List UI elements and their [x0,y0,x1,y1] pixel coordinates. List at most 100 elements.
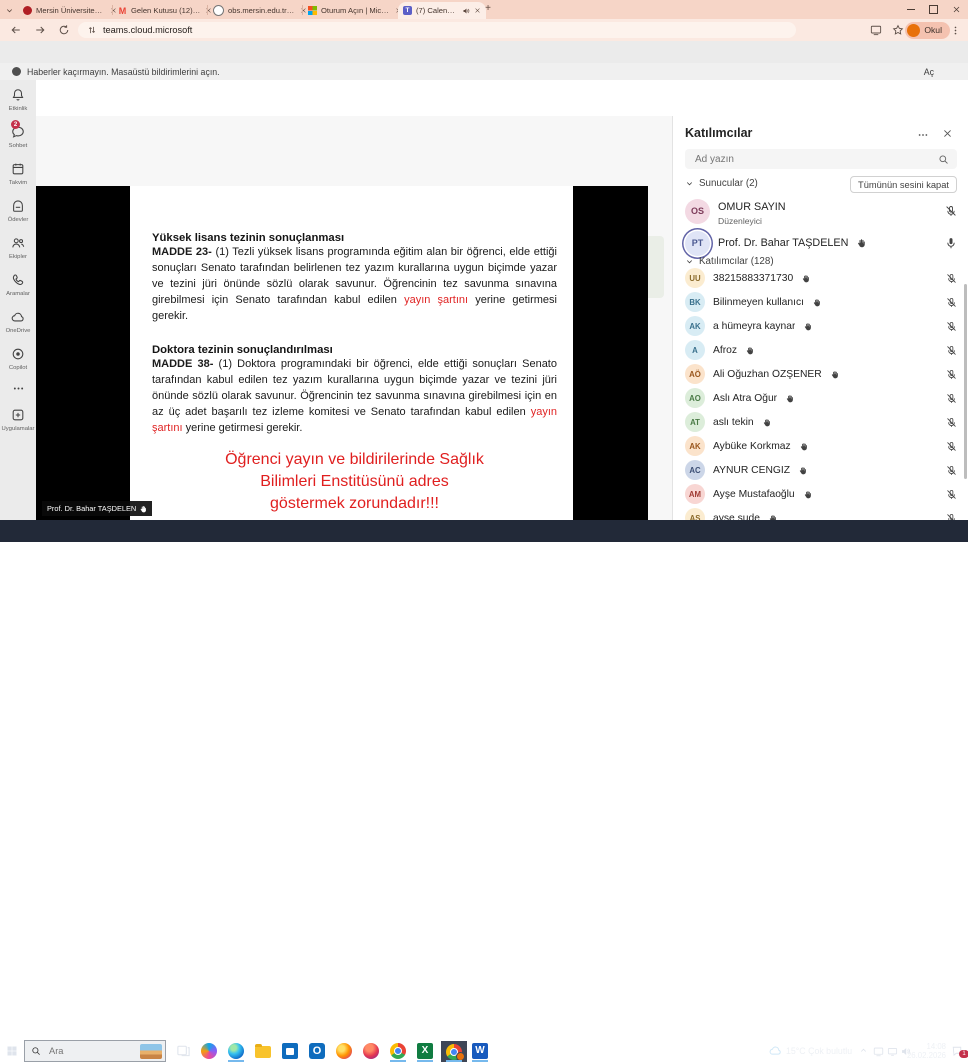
panel-close-icon[interactable] [942,128,953,139]
teams-left-rail: Etkinlik 2 Sohbet Takvim Ödevler Ekipler… [0,80,37,520]
tab-audio-icon[interactable] [462,7,470,15]
participant-row[interactable]: AT aslı tekin [685,410,957,434]
participant-row[interactable]: AC AYNUR CENGİZ [685,458,957,482]
taskbar-search-box[interactable] [24,1040,166,1062]
mic-off-icon[interactable] [946,321,957,332]
raised-hand-icon [139,505,147,513]
participant-row[interactable]: UU 38215883371730 [685,266,957,290]
outlook-icon[interactable]: O [309,1043,325,1059]
forward-button[interactable] [32,22,48,38]
rail-item-activity[interactable]: Etkinlik [0,86,36,112]
cast-icon[interactable] [868,22,884,38]
firefox-alt-icon[interactable] [363,1043,379,1059]
panel-scrollbar[interactable] [964,284,967,479]
participant-name: Aybüke Korkmaz [713,441,791,452]
minimize-button[interactable] [899,0,922,19]
back-button[interactable] [8,22,24,38]
tray-app-icon[interactable] [873,1046,884,1057]
browser-tab-calendar-active[interactable]: (7) Calendar | Oryantasyon [398,2,486,19]
browser-tab-obs[interactable]: obs.mersin.edu.tr/oibs/index.a [208,2,312,19]
participant-row[interactable]: AÖ Ali Oğuzhan ÖZŞENER [685,362,957,386]
bookmark-star-icon[interactable] [890,22,906,38]
doc-heading-phd: Doktora tezinin sonuçlandırılması [152,344,557,356]
mic-off-icon[interactable] [946,441,957,452]
participant-row[interactable]: AM Ayşe Mustafaoğlu [685,482,957,506]
participant-row[interactable]: AO Aslı Atra Oğur [685,386,957,410]
chrome-icon[interactable] [390,1043,406,1059]
rail-item-calendar[interactable]: Takvim [0,160,36,186]
microsoft-store-icon[interactable] [282,1043,298,1059]
participant-search-input[interactable] [693,153,938,166]
mic-off-icon[interactable] [946,489,957,500]
mic-off-icon[interactable] [946,393,957,404]
participant-role: Düzenleyici [718,216,786,226]
taskbar-clock[interactable]: 14:08 26.02.2026 [906,1043,946,1060]
browser-profile-button[interactable]: Okul [905,22,950,39]
excel-icon[interactable]: X [417,1043,433,1059]
participant-row[interactable]: BK Bilinmeyen kullanıcı [685,290,957,314]
close-window-button[interactable] [945,0,968,19]
mic-off-icon[interactable] [946,273,957,284]
tab-search-chevron-icon[interactable] [5,6,14,15]
hosts-section-header[interactable]: Sunucular (2) [685,178,758,189]
collapse-chevron-icon[interactable] [685,179,694,188]
windows-copilot-icon[interactable] [201,1043,217,1059]
tray-expand-chevron-icon[interactable] [859,1046,868,1055]
word-icon[interactable]: W [472,1043,488,1059]
host-row-bahar-tasdelen[interactable]: PT Prof. Dr. Bahar TAŞDELEN [685,228,957,258]
mute-all-button[interactable]: Tümünün sesini kapat [850,176,957,193]
rail-item-copilot[interactable]: Copilot [0,345,36,371]
mic-off-icon[interactable] [946,297,957,308]
start-button-icon[interactable] [6,1045,18,1057]
mic-on-icon[interactable] [945,237,957,249]
mic-off-icon[interactable] [946,465,957,476]
site-settings-icon[interactable] [87,25,97,35]
tab-title: obs.mersin.edu.tr/oibs/index.a [228,6,296,15]
collapse-chevron-icon[interactable] [685,257,694,266]
notification-banner: Haberler kaçırmayın. Masaüstü bildirimle… [0,63,968,81]
url-field[interactable]: teams.cloud.microsoft [78,22,796,38]
firefox-icon[interactable] [336,1043,352,1059]
participant-row[interactable]: AK Aybüke Korkmaz [685,434,957,458]
avatar: AT [685,412,705,432]
browser-tab-mersin[interactable]: Mersin Üniversitesi - Akademik [18,2,122,19]
task-view-icon[interactable] [176,1043,191,1058]
tray-display-icon[interactable] [887,1046,898,1057]
edge-icon[interactable] [228,1043,244,1059]
maximize-button[interactable] [922,0,945,19]
rail-item-apps[interactable]: Uygulamalar [0,406,36,432]
chrome-okul-active-icon[interactable] [441,1041,467,1062]
reload-button[interactable] [56,22,72,38]
search-highlight-image[interactable] [140,1044,162,1059]
mic-off-icon[interactable] [946,369,957,380]
participant-name: Aslı Atra Oğur [713,393,777,404]
doc-red-note: Öğrenci yayın ve bildirilerinde Sağlık B… [152,449,557,515]
panel-more-options-icon[interactable] [917,129,929,141]
tab-title: Mersin Üniversitesi - Akademik [36,6,106,15]
browser-tab-gmail[interactable]: M Gelen Kutusu (12) - omursayin [113,2,217,19]
mic-off-icon[interactable] [945,205,957,217]
rail-item-calls[interactable]: Aramalar [0,271,36,297]
host-row-omur-sayin[interactable]: OS OMUR SAYIN Düzenleyici [685,196,957,226]
rail-item-more[interactable] [0,380,36,398]
rail-item-teams[interactable]: Ekipler [0,234,36,260]
browser-tab-teams-login[interactable]: Oturum Açın | Microsoft Teams [303,2,407,19]
mic-off-icon[interactable] [946,417,957,428]
mic-off-icon[interactable] [946,345,957,356]
new-tab-button[interactable]: + [483,4,493,14]
participant-search-box[interactable] [685,149,957,169]
file-explorer-icon[interactable] [255,1046,271,1058]
participant-row[interactable]: A Afroz [685,338,957,362]
close-tab-icon[interactable] [474,7,481,14]
participant-name: OMUR SAYIN [718,201,786,213]
notice-enable-link[interactable]: Aç [924,67,934,77]
weather-text[interactable]: 15°C Çok bulutlu [786,1046,852,1056]
avatar: AÖ [685,364,705,384]
participant-row[interactable]: AK a hümeyra kaynar [685,314,957,338]
rail-item-onedrive[interactable]: OneDrive [0,308,36,334]
browser-menu-icon[interactable] [948,22,964,38]
rail-item-assignments[interactable]: Ödevler [0,197,36,223]
rail-item-chat[interactable]: 2 Sohbet [0,123,36,149]
taskbar-search-input[interactable] [47,1045,121,1057]
weather-cloud-icon[interactable] [769,1044,782,1057]
